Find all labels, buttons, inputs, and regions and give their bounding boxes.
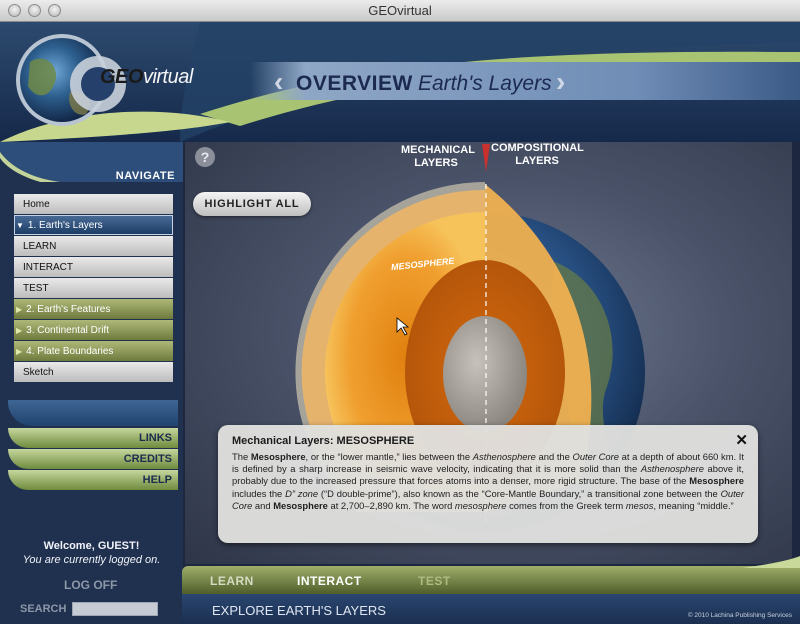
prev-section-icon[interactable]: ‹ xyxy=(274,66,283,98)
popup-text-segment: comes from the Greek term xyxy=(506,499,626,511)
footer-bar: EXPLORE EARTH'S LAYERS © 2010 Lachina Pu… xyxy=(182,594,800,624)
popup-title: Mechanical Layers: MESOSPHERE xyxy=(232,435,415,447)
nav-item-label: INTERACT xyxy=(23,261,73,273)
app-logo: GEOvirtual xyxy=(100,66,193,89)
search-input[interactable] xyxy=(72,602,159,616)
credits-button[interactable]: CREDITS xyxy=(8,449,178,469)
topic-title: Earth's Layers xyxy=(418,72,552,95)
nav-item-learn[interactable]: LEARN xyxy=(14,236,173,256)
nav-item-earths-layers[interactable]: ▼ 1. Earth's Layers xyxy=(14,215,173,235)
window-title: GEOvirtual xyxy=(368,3,432,18)
collapsed-triangle-icon: ▶ xyxy=(16,304,23,314)
nav-item-label: 4. Plate Boundaries xyxy=(26,345,114,357)
nav-item-label: LEARN xyxy=(23,240,57,252)
copyright-text: © 2010 Lachina Publishing Services xyxy=(687,612,792,619)
compositional-layers-label: COMPOSITIONAL LAYERS xyxy=(491,142,584,168)
nav-item-home[interactable]: Home xyxy=(14,194,173,214)
sidebar-buttons: LINKS CREDITS HELP xyxy=(8,400,178,491)
popup-text-segment: mesos xyxy=(625,499,654,511)
tab-interact[interactable]: INTERACT xyxy=(297,574,362,588)
divider-marker xyxy=(482,144,490,172)
popup-text-segment: mesosphere xyxy=(454,499,507,511)
mode-tabbar: LEARN INTERACT TEST xyxy=(182,556,800,594)
search-label: SEARCH xyxy=(20,603,67,615)
search-area: SEARCH xyxy=(20,602,159,616)
popup-text-segment: D” zone xyxy=(285,487,319,499)
links-button[interactable]: LINKS xyxy=(8,428,178,448)
label-line: COMPOSITIONAL xyxy=(491,142,584,154)
popup-text-segment: and xyxy=(252,499,274,511)
popup-body: The Mesosphere, or the “lower mantle,” l… xyxy=(232,451,744,512)
nav-item-earths-features[interactable]: ▶ 2. Earth's Features xyxy=(14,299,173,319)
tab-learn[interactable]: LEARN xyxy=(210,574,254,588)
close-icon[interactable]: ✕ xyxy=(735,431,748,449)
label-line: MECHANICAL xyxy=(401,144,475,156)
logged-on-text: You are currently logged on. xyxy=(22,554,161,566)
popup-text-segment: and the xyxy=(535,451,573,462)
inner-core xyxy=(443,316,527,432)
nav-item-label: Sketch xyxy=(23,366,54,378)
log-off-button[interactable]: LOG OFF xyxy=(64,578,117,592)
nav-item-label: 2. Earth's Features xyxy=(26,303,111,315)
welcome-panel: Welcome, GUEST! You are currently logged… xyxy=(0,540,183,566)
nav-item-test[interactable]: TEST xyxy=(14,278,173,298)
logo-virtual: virtual xyxy=(142,66,193,88)
expanded-triangle-icon: ▼ xyxy=(16,220,24,230)
help-button[interactable]: HELP xyxy=(8,470,178,490)
nav-item-label: TEST xyxy=(23,282,49,294)
popup-text-segment: Outer Core xyxy=(572,451,619,462)
next-section-icon[interactable]: › xyxy=(556,66,565,98)
popup-text-segment: includes the xyxy=(232,487,286,499)
nav-item-sketch[interactable]: Sketch xyxy=(14,362,173,382)
mechanical-layers-label: MECHANICAL LAYERS xyxy=(401,144,475,170)
collapsed-triangle-icon: ▶ xyxy=(16,325,23,335)
section-title: OVERVIEW xyxy=(296,72,413,95)
logo-geo: GEO xyxy=(100,66,143,88)
popup-text-segment: at 2,700–2,890 km. The word xyxy=(327,499,455,511)
navigate-label: NAVIGATE xyxy=(115,170,175,182)
section-banner: ‹ OVERVIEW Earth's Layers › xyxy=(260,64,800,106)
collapsed-triangle-icon: ▶ xyxy=(16,346,23,356)
popup-text-segment: , meaning “middle.” xyxy=(653,499,734,511)
popup-text-segment: (“D double-prime”), also known as the “C… xyxy=(318,487,721,499)
welcome-text: Welcome, GUEST! xyxy=(43,540,140,552)
tabbar-swoosh xyxy=(742,556,800,568)
window-controls xyxy=(8,4,61,17)
nav-item-interact[interactable]: INTERACT xyxy=(14,257,173,277)
nav-item-label: Home xyxy=(23,198,50,210)
popup-text-segment: Mesosphere xyxy=(250,451,306,462)
tab-test[interactable]: TEST xyxy=(418,574,451,588)
label-line: LAYERS xyxy=(515,155,559,167)
popup-text-segment: , or the “lower mantle,” lies between th… xyxy=(305,451,473,462)
app-window: GEOvirtual GEOvirtual ‹ OVERVIEW Earth's… xyxy=(0,0,800,624)
nav-item-label: 3. Continental Drift xyxy=(26,324,109,336)
popup-text-segment: Mesosphere xyxy=(689,475,744,487)
minimize-window-button[interactable] xyxy=(28,4,41,17)
explore-title: EXPLORE EARTH'S LAYERS xyxy=(212,603,386,618)
sidebar: NAVIGATE Home ▼ 1. Earth's Layers LEARN I… xyxy=(0,142,183,624)
info-popup: Mechanical Layers: MESOSPHERE ✕ The Meso… xyxy=(218,425,758,543)
nav-item-continental-drift[interactable]: ▶ 3. Continental Drift xyxy=(14,320,173,340)
popup-text-segment: Asthenosphere xyxy=(640,463,704,475)
nav-menu: Home ▼ 1. Earth's Layers LEARN INTERACT T… xyxy=(14,194,173,383)
popup-text-segment: The xyxy=(232,451,251,462)
close-window-button[interactable] xyxy=(8,4,21,17)
zoom-window-button[interactable] xyxy=(48,4,61,17)
nav-item-plate-boundaries[interactable]: ▶ 4. Plate Boundaries xyxy=(14,341,173,361)
app-header: GEOvirtual ‹ OVERVIEW Earth's Layers › xyxy=(0,22,800,142)
popup-text-segment: Asthenosphere xyxy=(472,451,536,462)
nav-item-label: 1. Earth's Layers xyxy=(27,219,103,231)
popup-text-segment: Mesosphere xyxy=(273,499,328,511)
title-bar: GEOvirtual xyxy=(0,0,800,22)
label-line: LAYERS xyxy=(414,157,458,169)
sidebar-swoosh-top xyxy=(8,400,178,426)
